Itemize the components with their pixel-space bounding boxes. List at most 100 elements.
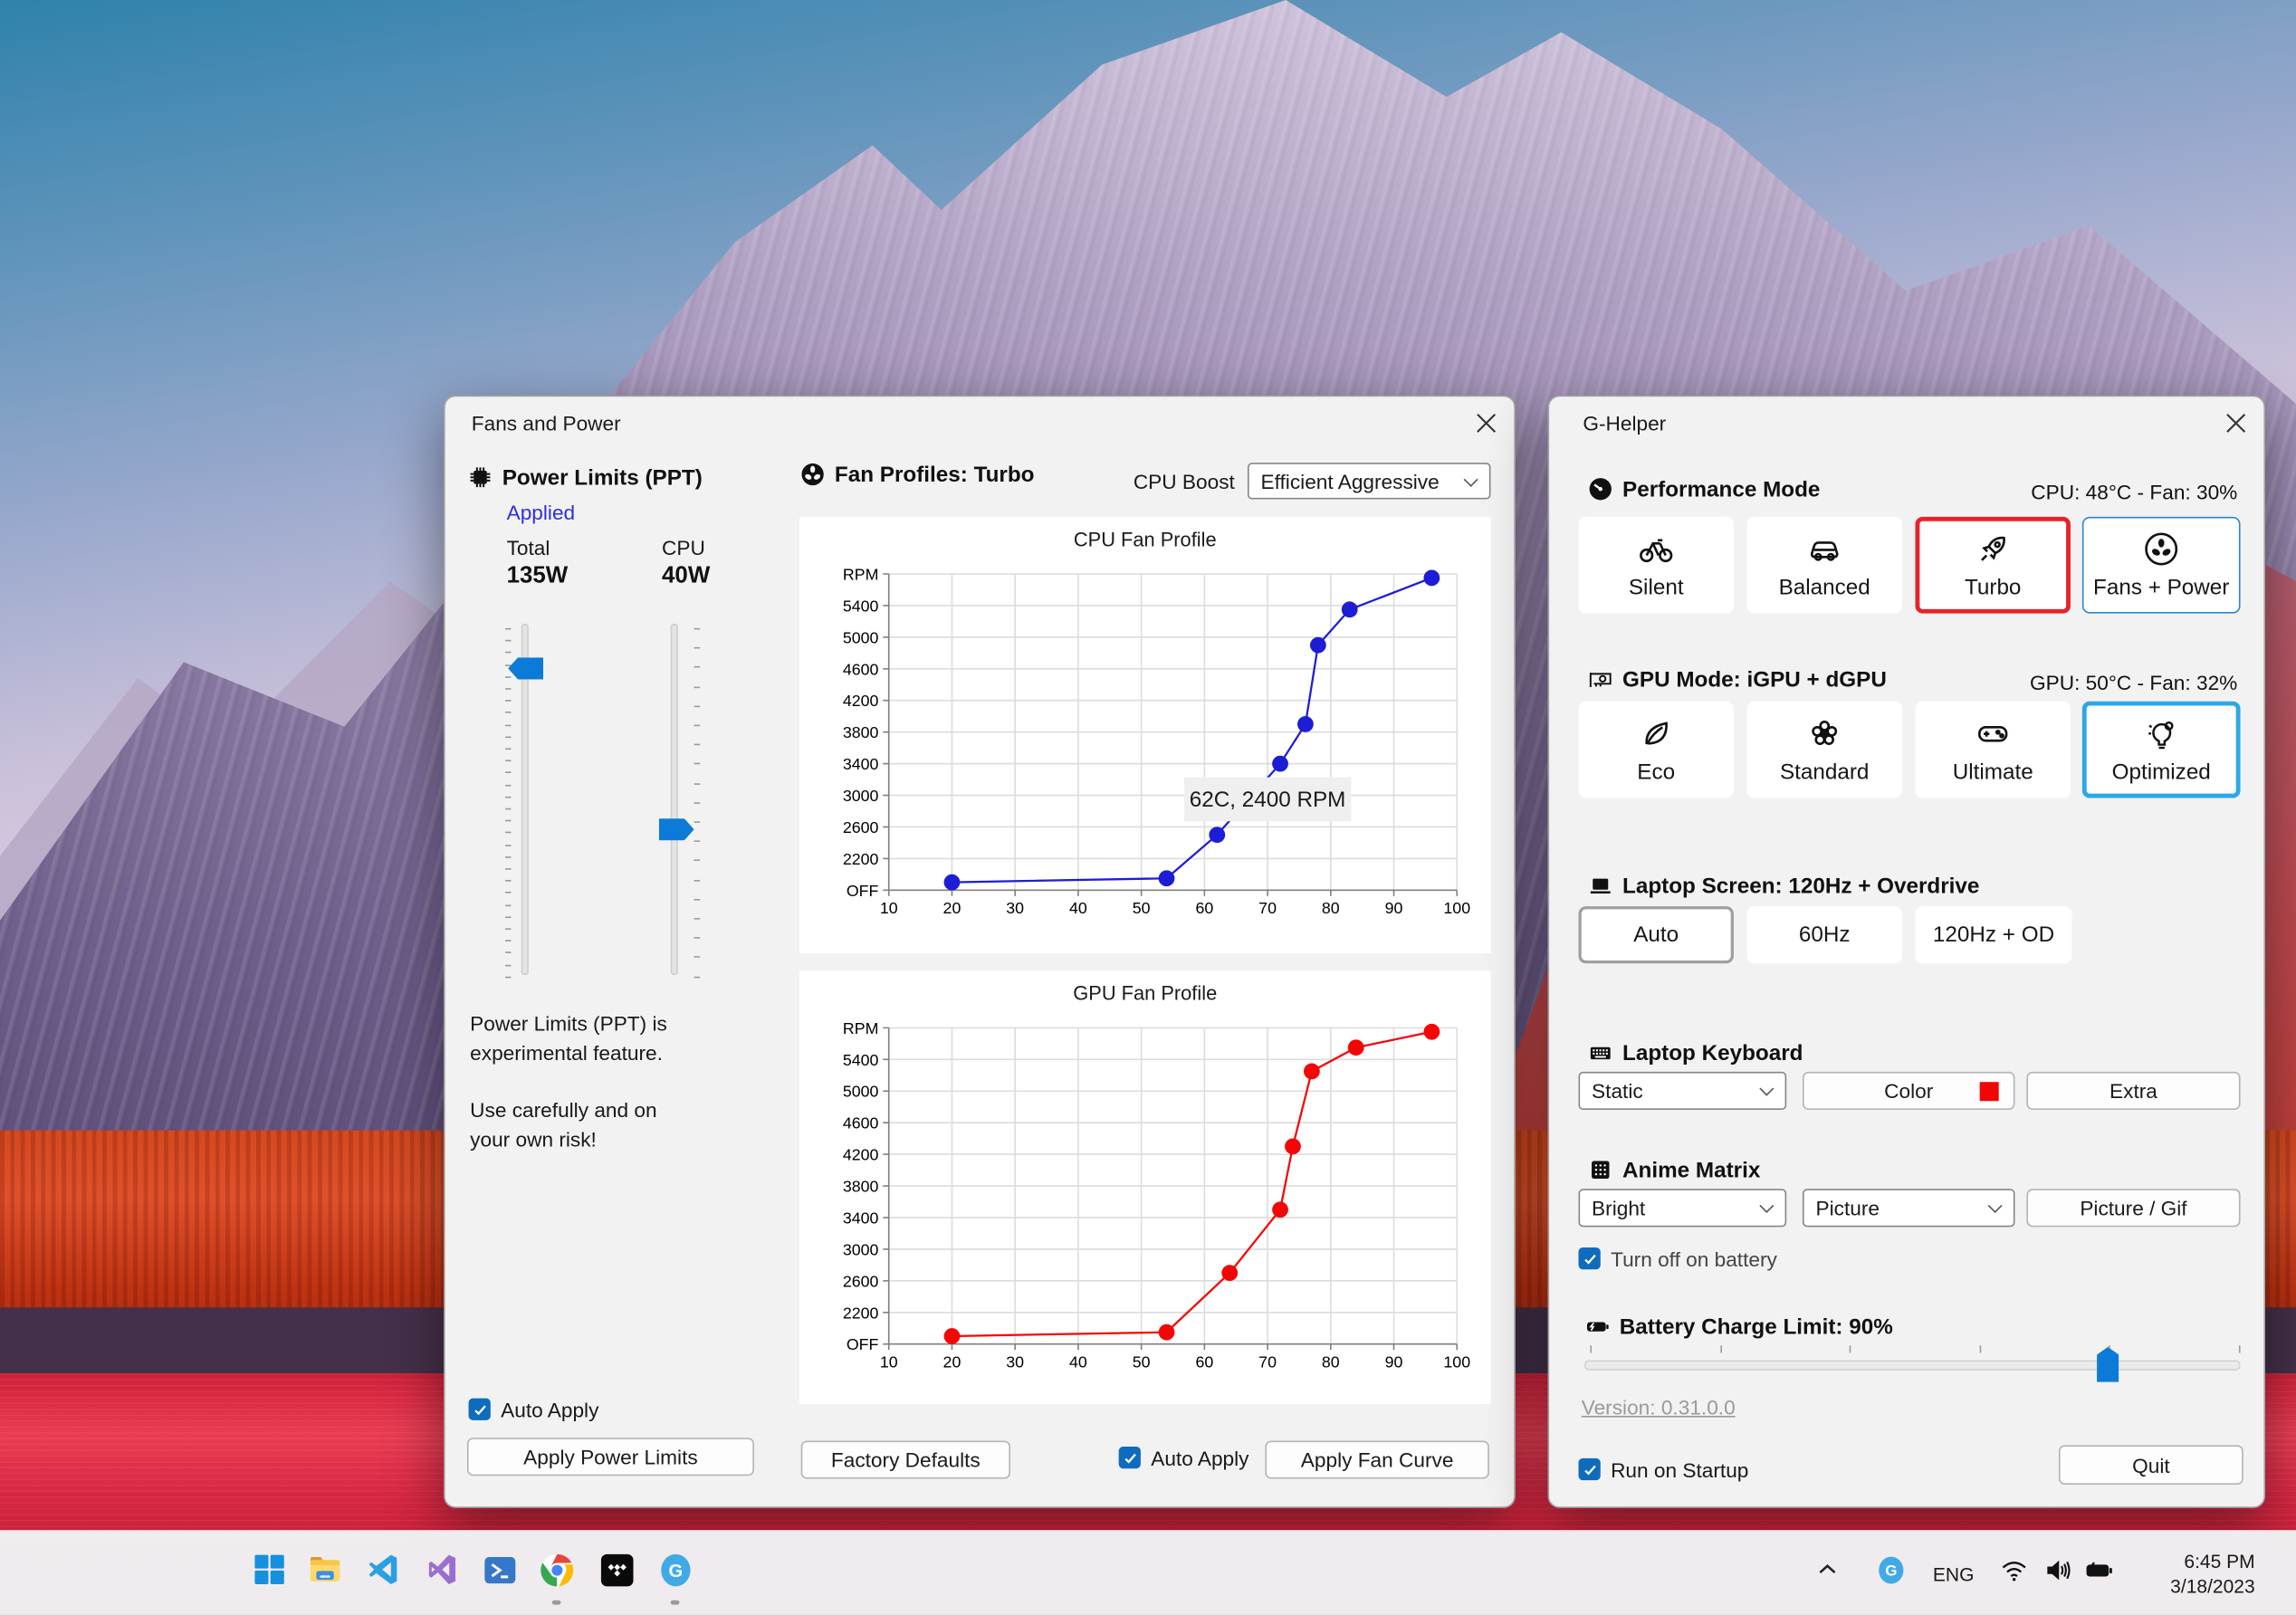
factory-defaults-button[interactable]: Factory Defaults (800, 1440, 1010, 1479)
power-limits-heading-row: Power Limits (PPT) (467, 464, 703, 491)
auto-apply-power-label: Auto Apply (501, 1398, 599, 1422)
slider-tick (504, 736, 512, 738)
cpu-value: 40W (662, 563, 711, 589)
svg-text:3800: 3800 (843, 723, 879, 741)
auto-apply-power-checkbox[interactable] (468, 1398, 491, 1420)
keyboard-color-button[interactable]: Color (1802, 1071, 2015, 1110)
svg-text:30: 30 (1006, 899, 1024, 917)
gpu-mode-eco-button[interactable]: Eco (1578, 701, 1734, 798)
slider-tick (694, 860, 701, 862)
battery-slider-thumb[interactable] (2097, 1346, 2119, 1382)
applied-link[interactable]: Applied (507, 501, 576, 524)
slider-tick (504, 892, 512, 894)
powershell-icon[interactable] (480, 1551, 518, 1589)
quit-button[interactable]: Quit (2058, 1445, 2243, 1485)
cpu-chip-icon (467, 464, 493, 491)
screen-60hz-button[interactable]: 60Hz (1746, 906, 1902, 964)
gpu-mode-optimized-label: Optimized (2111, 760, 2211, 785)
cpu-power-slider-track[interactable] (670, 623, 678, 976)
svg-text:2200: 2200 (843, 1304, 879, 1322)
gpu-mode-optimized-button[interactable]: Optimized (2081, 701, 2241, 798)
slider-tick (504, 880, 512, 882)
keyboard-mode-select[interactable]: Static (1578, 1071, 1787, 1110)
cpu-power-slider-thumb[interactable] (658, 818, 694, 841)
chrome-icon[interactable] (538, 1551, 576, 1589)
fans-power-button[interactable]: Fans + Power (2081, 516, 2241, 614)
svg-text:70: 70 (1258, 899, 1277, 917)
perf-mode-silent-button[interactable]: Silent (1578, 516, 1734, 614)
slider-tick (2238, 1345, 2241, 1353)
run-on-startup-checkbox[interactable] (1578, 1457, 1601, 1481)
g-helper-taskbar-icon[interactable]: G (656, 1551, 694, 1589)
tray-chevron-up-icon[interactable] (1813, 1551, 1842, 1589)
close-icon[interactable] (2220, 407, 2253, 440)
svg-text:100: 100 (1443, 899, 1470, 917)
battery-tray-icon[interactable] (2081, 1551, 2116, 1589)
risk-note: Use carefully and on your own risk! (470, 1098, 657, 1152)
rocket-icon (1974, 530, 2012, 568)
slider-tick (694, 976, 701, 978)
apply-fan-curve-button[interactable]: Apply Fan Curve (1265, 1440, 1489, 1479)
laptop-keyboard-heading: Laptop Keyboard (1622, 1040, 1803, 1066)
svg-text:3000: 3000 (843, 1240, 879, 1258)
keyboard-extra-button[interactable]: Extra (2026, 1071, 2241, 1110)
bicycle-icon (1637, 530, 1675, 568)
cpu-fan-profile-chart[interactable]: CPU Fan Profile OFF 2200 2600 3000 3400 3800 42… (799, 517, 1490, 953)
slider-tick (504, 688, 512, 690)
clock[interactable]: 6:45 PM 3/18/2023 (2170, 1549, 2255, 1599)
slider-tick (504, 951, 512, 954)
laptop-screen-heading-row: Laptop Screen: 120Hz + Overdrive (1587, 873, 1979, 899)
svg-text:GPU Fan Profile: GPU Fan Profile (1073, 982, 1217, 1005)
battery-slider-track[interactable] (1583, 1360, 2241, 1371)
cpu-fan-chart-card: CPU Fan Profile OFF 2200 2600 3000 3400 3800 42… (799, 516, 1491, 953)
svg-text:60: 60 (1195, 1353, 1213, 1371)
svg-text:RPM: RPM (843, 565, 879, 583)
slider-tick (504, 723, 512, 726)
color-swatch (1979, 1081, 1999, 1101)
svg-text:40: 40 (1069, 1353, 1087, 1371)
svg-text:30: 30 (1006, 1353, 1024, 1371)
volume-icon[interactable] (2042, 1551, 2074, 1589)
wifi-icon[interactable] (1997, 1551, 2030, 1589)
turn-off-on-battery-checkbox[interactable] (1578, 1247, 1601, 1270)
svg-text:3800: 3800 (843, 1178, 879, 1196)
perf-mode-balanced-button[interactable]: Balanced (1746, 516, 1902, 614)
laptop-icon (1587, 873, 1613, 899)
language-indicator[interactable]: ENG (1933, 1563, 1975, 1585)
chevron-down-icon (1759, 1199, 1775, 1214)
total-power-slider-thumb[interactable] (508, 657, 544, 680)
matrix-brightness-select[interactable]: Bright (1578, 1189, 1787, 1228)
screen-auto-button[interactable]: Auto (1578, 906, 1734, 964)
perf-mode-turbo-button[interactable]: Turbo (1915, 516, 2071, 614)
svg-text:5000: 5000 (843, 628, 879, 646)
slider-tick (504, 832, 512, 834)
gpu-mode-standard-button[interactable]: Standard (1746, 701, 1902, 798)
gpu-fan-profile-chart[interactable]: GPU Fan Profile OFF 2200 2600 3000 3400 3800 42… (799, 970, 1490, 1404)
start-button[interactable] (251, 1551, 289, 1589)
svg-text:20: 20 (943, 899, 961, 917)
vscode-icon[interactable] (365, 1551, 403, 1589)
picture-gif-button[interactable]: Picture / Gif (2026, 1189, 2241, 1228)
version-link[interactable]: Version: 0.31.0.0 (1582, 1395, 1736, 1419)
file-explorer-icon[interactable] (306, 1551, 344, 1589)
g-helper-tray-icon[interactable]: G (1874, 1551, 1907, 1589)
slider-tick (694, 937, 701, 940)
experimental-note: Power Limits (PPT) is experimental featu… (470, 1011, 667, 1065)
desktop: Fans and Power Power Limits (PPT) Applie… (0, 0, 2296, 1615)
close-icon[interactable] (1470, 407, 1503, 440)
cpu-boost-select[interactable]: Efficient Aggressive (1247, 463, 1491, 500)
perf-mode-silent-label: Silent (1628, 575, 1684, 601)
fan-profiles-heading-row: Fan Profiles: Turbo (799, 461, 1035, 487)
visual-studio-icon[interactable] (423, 1551, 461, 1589)
apply-power-limits-button[interactable]: Apply Power Limits (466, 1438, 754, 1476)
tidal-icon[interactable] (598, 1551, 636, 1589)
screen-120hz-od-button[interactable]: 120Hz + OD (1915, 906, 2072, 964)
matrix-mode-select[interactable]: Picture (1802, 1189, 2015, 1228)
slider-tick (694, 627, 701, 630)
perf-mode-balanced-label: Balanced (1778, 575, 1870, 601)
auto-apply-fan-checkbox[interactable] (1118, 1446, 1141, 1469)
gpu-mode-ultimate-button[interactable]: Ultimate (1915, 701, 2071, 798)
svg-text:50: 50 (1133, 1353, 1151, 1371)
gpu-mode-ultimate-label: Ultimate (1952, 760, 2033, 785)
cpu-temp-status: CPU: 48°C - Fan: 30% (2031, 480, 2238, 504)
